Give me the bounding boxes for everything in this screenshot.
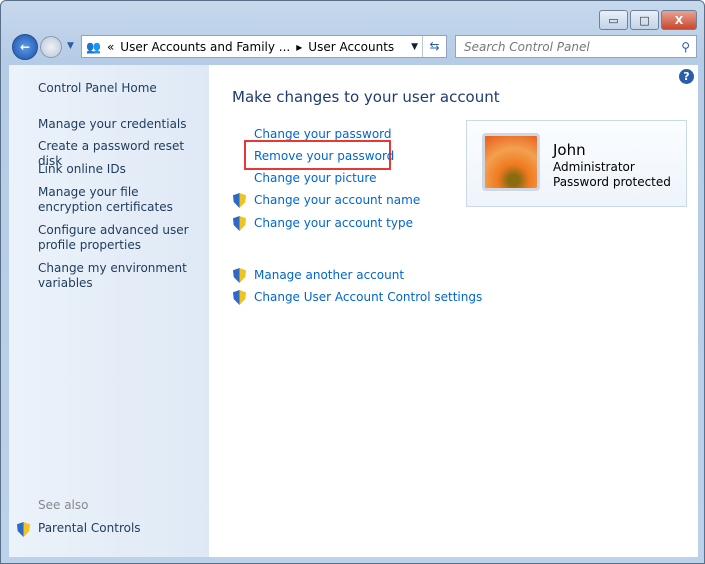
sidebar-item-advanced-profile[interactable]: Configure advanced user profile properti… [38,223,203,253]
sidebar-item-online-ids[interactable]: Link online IDs [38,162,203,177]
page-title: Make changes to your user account [232,88,500,106]
search-placeholder: Search Control Panel [464,39,590,54]
recent-pages-dropdown[interactable]: ▼ [67,41,74,51]
address-bar[interactable]: 👥 « User Accounts and Family ... ▸ User … [81,35,447,58]
manage-another-account-link[interactable]: Manage another account [254,268,404,282]
shield-icon [17,522,30,537]
breadcrumb-arrow-icon[interactable]: ▸ [296,40,302,54]
shield-icon [233,216,246,231]
user-accounts-icon: 👥 [86,39,101,54]
sidebar-item-credentials[interactable]: Manage your credentials [38,117,203,132]
control-panel-home-link[interactable]: Control Panel Home [38,81,203,96]
shield-icon [233,268,246,283]
change-password-link[interactable]: Change your password [254,127,392,141]
change-picture-link[interactable]: Change your picture [254,171,376,185]
account-card: John Administrator Password protected [466,120,687,207]
change-account-name-link[interactable]: Change your account name [254,193,420,207]
content-area: Control Panel Home Manage your credentia… [9,65,698,557]
maximize-button[interactable]: □ [630,10,659,30]
sidebar: Control Panel Home Manage your credentia… [9,65,209,557]
change-account-type-link[interactable]: Change your account type [254,216,413,230]
forward-button[interactable] [40,36,62,58]
uac-settings-link[interactable]: Change User Account Control settings [254,290,482,304]
search-input[interactable]: Search Control Panel ⚲ [455,35,697,58]
help-icon[interactable]: ? [679,69,694,84]
close-button[interactable]: X [661,10,697,30]
minimize-button[interactable]: ▭ [599,10,628,30]
breadcrumb-user-accounts-family[interactable]: User Accounts and Family ... [120,40,290,54]
shield-icon [233,193,246,208]
back-button[interactable]: ← [12,34,38,60]
remove-password-link[interactable]: Remove your password [254,149,394,163]
window: ▭ □ X ← ▼ 👥 « User Accounts and Family .… [0,0,705,564]
breadcrumb-user-accounts[interactable]: User Accounts [308,40,394,54]
sidebar-item-file-encryption[interactable]: Manage your file encryption certificates [38,185,203,215]
account-role: Administrator [553,160,635,174]
account-picture [482,133,540,191]
account-name: John [553,141,586,159]
refresh-icon[interactable]: ⇆ [422,36,446,57]
sidebar-item-environment-variables[interactable]: Change my environment variables [38,261,203,291]
shield-icon [233,290,246,305]
parental-controls-link[interactable]: Parental Controls [38,521,203,536]
account-status: Password protected [553,175,671,189]
address-dropdown-icon[interactable]: ▼ [411,42,418,52]
breadcrumb-overflow[interactable]: « [107,40,114,54]
search-icon[interactable]: ⚲ [681,40,690,54]
see-also-label: See also [38,498,89,512]
